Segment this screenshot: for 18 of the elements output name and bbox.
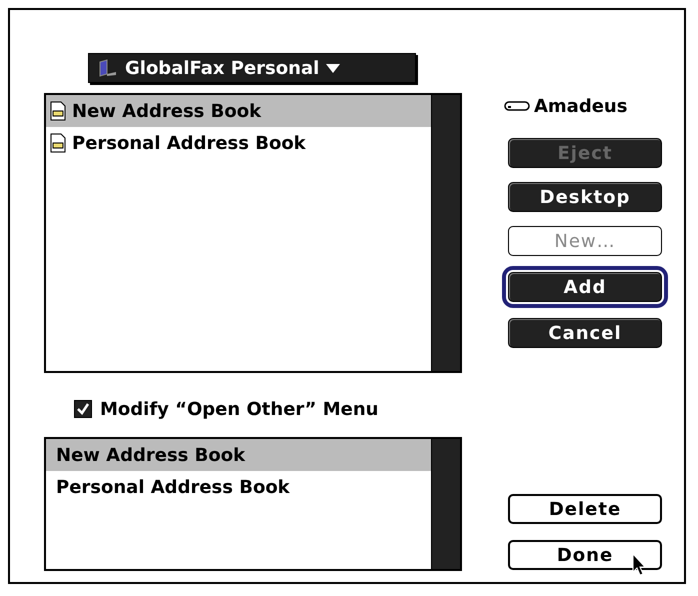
scrollbar[interactable] xyxy=(431,439,460,569)
action-button[interactable]: Done xyxy=(508,540,662,570)
checkbox-label: Modify “Open Other” Menu xyxy=(100,398,378,420)
scrollbar[interactable] xyxy=(431,95,460,371)
volume-name: Amadeus xyxy=(534,96,628,116)
file-item[interactable]: Personal Address Book xyxy=(46,127,431,159)
document-icon xyxy=(50,101,66,121)
folder-icon xyxy=(97,58,119,78)
menu-item[interactable]: Personal Address Book xyxy=(46,471,431,503)
menu-item[interactable]: New Address Book xyxy=(46,439,431,471)
action-button[interactable]: Cancel xyxy=(508,318,662,348)
file-item[interactable]: New Address Book xyxy=(46,95,431,127)
checkbox[interactable] xyxy=(74,400,92,418)
folder-popup[interactable]: GlobalFax Personal xyxy=(88,53,416,83)
action-button[interactable]: Delete xyxy=(508,494,662,524)
caret-icon xyxy=(325,62,342,74)
action-button[interactable]: Desktop xyxy=(508,182,662,212)
document-icon xyxy=(50,133,66,153)
